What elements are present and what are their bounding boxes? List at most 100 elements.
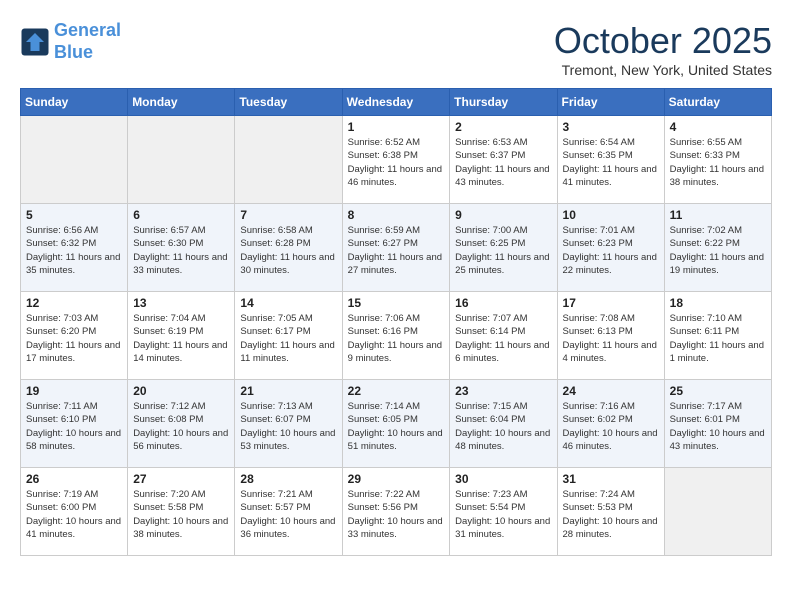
day-number: 6 [133, 208, 229, 222]
day-info: Sunrise: 7:14 AM Sunset: 6:05 PM Dayligh… [348, 400, 445, 453]
calendar-header-row: SundayMondayTuesdayWednesdayThursdayFrid… [21, 89, 772, 116]
calendar-day-17: 17 Sunrise: 7:08 AM Sunset: 6:13 PM Dayli… [557, 292, 664, 380]
title-block: October 2025 Tremont, New York, United S… [554, 20, 772, 78]
day-info: Sunrise: 6:58 AM Sunset: 6:28 PM Dayligh… [240, 224, 336, 277]
day-number: 10 [563, 208, 659, 222]
day-number: 13 [133, 296, 229, 310]
day-info: Sunrise: 7:03 AM Sunset: 6:20 PM Dayligh… [26, 312, 122, 365]
calendar-day-empty [664, 468, 771, 556]
calendar-week-5: 26 Sunrise: 7:19 AM Sunset: 6:00 PM Dayli… [21, 468, 772, 556]
day-info: Sunrise: 6:54 AM Sunset: 6:35 PM Dayligh… [563, 136, 659, 189]
day-number: 16 [455, 296, 551, 310]
day-number: 26 [26, 472, 122, 486]
calendar-day-14: 14 Sunrise: 7:05 AM Sunset: 6:17 PM Dayli… [235, 292, 342, 380]
calendar-week-4: 19 Sunrise: 7:11 AM Sunset: 6:10 PM Dayli… [21, 380, 772, 468]
calendar-day-26: 26 Sunrise: 7:19 AM Sunset: 6:00 PM Dayli… [21, 468, 128, 556]
day-info: Sunrise: 7:12 AM Sunset: 6:08 PM Dayligh… [133, 400, 229, 453]
day-number: 1 [348, 120, 445, 134]
day-info: Sunrise: 7:10 AM Sunset: 6:11 PM Dayligh… [670, 312, 766, 365]
day-info: Sunrise: 7:24 AM Sunset: 5:53 PM Dayligh… [563, 488, 659, 541]
day-number: 5 [26, 208, 122, 222]
calendar-day-2: 2Sunrise: 6:53 AM Sunset: 6:37 PM Daylig… [450, 116, 557, 204]
calendar-day-21: 21 Sunrise: 7:13 AM Sunset: 6:07 PM Dayli… [235, 380, 342, 468]
calendar-day-24: 24 Sunrise: 7:16 AM Sunset: 6:02 PM Dayli… [557, 380, 664, 468]
column-header-monday: Monday [128, 89, 235, 116]
day-info: Sunrise: 7:23 AM Sunset: 5:54 PM Dayligh… [455, 488, 551, 541]
day-info: Sunrise: 7:01 AM Sunset: 6:23 PM Dayligh… [563, 224, 659, 277]
page-header: General Blue October 2025 Tremont, New Y… [20, 20, 772, 78]
day-number: 31 [563, 472, 659, 486]
calendar-day-13: 13Sunrise: 7:04 AM Sunset: 6:19 PM Dayli… [128, 292, 235, 380]
column-header-wednesday: Wednesday [342, 89, 450, 116]
column-header-sunday: Sunday [21, 89, 128, 116]
day-number: 14 [240, 296, 336, 310]
day-number: 9 [455, 208, 551, 222]
calendar-day-27: 27 Sunrise: 7:20 AM Sunset: 5:58 PM Dayli… [128, 468, 235, 556]
day-number: 7 [240, 208, 336, 222]
logo-text: General Blue [54, 20, 121, 63]
day-number: 17 [563, 296, 659, 310]
calendar-day-6: 6Sunrise: 6:57 AM Sunset: 6:30 PM Daylig… [128, 204, 235, 292]
calendar-day-23: 23Sunrise: 7:15 AM Sunset: 6:04 PM Dayli… [450, 380, 557, 468]
day-info: Sunrise: 7:06 AM Sunset: 6:16 PM Dayligh… [348, 312, 445, 365]
calendar-day-11: 11Sunrise: 7:02 AM Sunset: 6:22 PM Dayli… [664, 204, 771, 292]
calendar-table: SundayMondayTuesdayWednesdayThursdayFrid… [20, 88, 772, 556]
column-header-friday: Friday [557, 89, 664, 116]
calendar-day-19: 19 Sunrise: 7:11 AM Sunset: 6:10 PM Dayli… [21, 380, 128, 468]
day-number: 19 [26, 384, 122, 398]
calendar-day-4: 4Sunrise: 6:55 AM Sunset: 6:33 PM Daylig… [664, 116, 771, 204]
day-info: Sunrise: 7:08 AM Sunset: 6:13 PM Dayligh… [563, 312, 659, 365]
day-number: 2 [455, 120, 551, 134]
day-info: Sunrise: 7:17 AM Sunset: 6:01 PM Dayligh… [670, 400, 766, 453]
day-number: 3 [563, 120, 659, 134]
day-number: 27 [133, 472, 229, 486]
calendar-day-12: 12 Sunrise: 7:03 AM Sunset: 6:20 PM Dayli… [21, 292, 128, 380]
calendar-day-8: 8Sunrise: 6:59 AM Sunset: 6:27 PM Daylig… [342, 204, 450, 292]
calendar-week-3: 12 Sunrise: 7:03 AM Sunset: 6:20 PM Dayli… [21, 292, 772, 380]
calendar-day-18: 18Sunrise: 7:10 AM Sunset: 6:11 PM Dayli… [664, 292, 771, 380]
calendar-day-9: 9 Sunrise: 7:00 AM Sunset: 6:25 PM Daylig… [450, 204, 557, 292]
day-number: 22 [348, 384, 445, 398]
calendar-day-20: 20Sunrise: 7:12 AM Sunset: 6:08 PM Dayli… [128, 380, 235, 468]
day-number: 30 [455, 472, 551, 486]
day-info: Sunrise: 7:20 AM Sunset: 5:58 PM Dayligh… [133, 488, 229, 541]
day-number: 29 [348, 472, 445, 486]
day-info: Sunrise: 7:11 AM Sunset: 6:10 PM Dayligh… [26, 400, 122, 453]
calendar-week-2: 5Sunrise: 6:56 AM Sunset: 6:32 PM Daylig… [21, 204, 772, 292]
day-info: Sunrise: 7:16 AM Sunset: 6:02 PM Dayligh… [563, 400, 659, 453]
logo: General Blue [20, 20, 121, 63]
column-header-saturday: Saturday [664, 89, 771, 116]
calendar-day-empty [128, 116, 235, 204]
day-info: Sunrise: 7:07 AM Sunset: 6:14 PM Dayligh… [455, 312, 551, 365]
day-number: 21 [240, 384, 336, 398]
day-number: 24 [563, 384, 659, 398]
day-number: 15 [348, 296, 445, 310]
day-info: Sunrise: 7:05 AM Sunset: 6:17 PM Dayligh… [240, 312, 336, 365]
calendar-day-28: 28 Sunrise: 7:21 AM Sunset: 5:57 PM Dayli… [235, 468, 342, 556]
calendar-day-16: 16 Sunrise: 7:07 AM Sunset: 6:14 PM Dayli… [450, 292, 557, 380]
day-number: 25 [670, 384, 766, 398]
day-number: 4 [670, 120, 766, 134]
month-title: October 2025 [554, 20, 772, 62]
calendar-day-15: 15 Sunrise: 7:06 AM Sunset: 6:16 PM Dayli… [342, 292, 450, 380]
location: Tremont, New York, United States [554, 62, 772, 78]
calendar-day-10: 10 Sunrise: 7:01 AM Sunset: 6:23 PM Dayli… [557, 204, 664, 292]
logo-icon [20, 27, 50, 57]
calendar-day-31: 31 Sunrise: 7:24 AM Sunset: 5:53 PM Dayli… [557, 468, 664, 556]
column-header-tuesday: Tuesday [235, 89, 342, 116]
day-info: Sunrise: 7:19 AM Sunset: 6:00 PM Dayligh… [26, 488, 122, 541]
day-number: 23 [455, 384, 551, 398]
column-header-thursday: Thursday [450, 89, 557, 116]
day-number: 28 [240, 472, 336, 486]
day-number: 11 [670, 208, 766, 222]
day-info: Sunrise: 7:00 AM Sunset: 6:25 PM Dayligh… [455, 224, 551, 277]
day-number: 12 [26, 296, 122, 310]
day-info: Sunrise: 7:21 AM Sunset: 5:57 PM Dayligh… [240, 488, 336, 541]
day-info: Sunrise: 7:22 AM Sunset: 5:56 PM Dayligh… [348, 488, 445, 541]
calendar-day-7: 7 Sunrise: 6:58 AM Sunset: 6:28 PM Daylig… [235, 204, 342, 292]
calendar-day-5: 5Sunrise: 6:56 AM Sunset: 6:32 PM Daylig… [21, 204, 128, 292]
calendar-day-empty [21, 116, 128, 204]
day-number: 8 [348, 208, 445, 222]
day-info: Sunrise: 7:13 AM Sunset: 6:07 PM Dayligh… [240, 400, 336, 453]
calendar-day-30: 30 Sunrise: 7:23 AM Sunset: 5:54 PM Dayli… [450, 468, 557, 556]
